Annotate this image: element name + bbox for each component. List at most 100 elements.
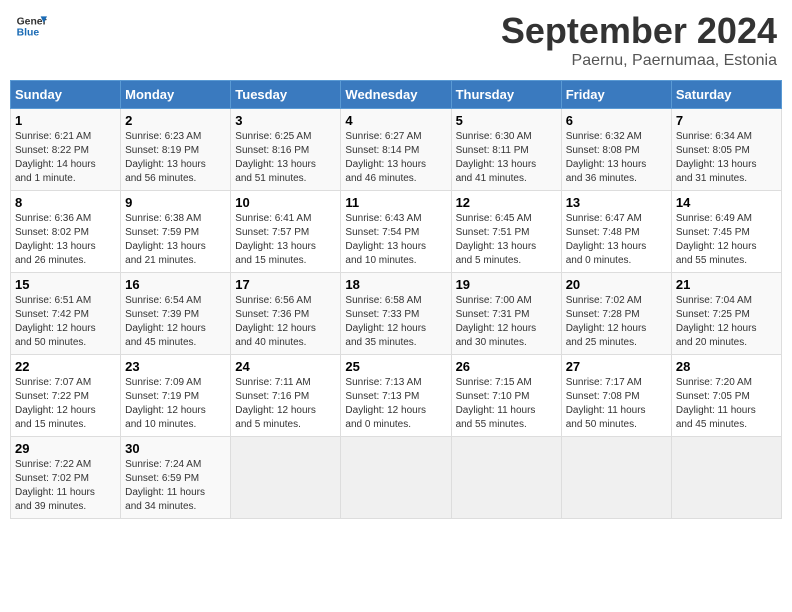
calendar-cell: 2 Sunrise: 6:23 AMSunset: 8:19 PMDaylight…: [121, 109, 231, 191]
calendar-cell: 27 Sunrise: 7:17 AMSunset: 7:08 PMDayligh…: [561, 355, 671, 437]
day-number: 13: [566, 195, 667, 210]
day-number: 30: [125, 441, 226, 456]
day-number: 10: [235, 195, 336, 210]
day-detail: Sunrise: 7:00 AMSunset: 7:31 PMDaylight:…: [456, 294, 557, 350]
calendar-cell: 13 Sunrise: 6:47 AMSunset: 7:48 PMDayligh…: [561, 191, 671, 273]
month-title: September 2024: [501, 10, 777, 52]
day-number: 2: [125, 113, 226, 128]
calendar-cell: 24Sunrise: 7:11 AMSunset: 7:16 PMDayligh…: [231, 355, 341, 437]
day-number: 25: [345, 359, 446, 374]
calendar-cell: 30Sunrise: 7:24 AMSunset: 6:59 PMDayligh…: [121, 437, 231, 519]
day-detail: Sunrise: 6:30 AMSunset: 8:11 PMDaylight:…: [456, 130, 557, 186]
calendar-cell: 1Sunrise: 6:21 AMSunset: 8:22 PMDaylight…: [11, 109, 121, 191]
subtitle: Paernu, Paernumaa, Estonia: [501, 52, 777, 70]
day-detail: Sunrise: 6:38 AMSunset: 7:59 PMDaylight:…: [125, 212, 226, 268]
calendar-cell: 8 Sunrise: 6:36 AMSunset: 8:02 PMDaylight…: [11, 191, 121, 273]
calendar-cell: 23 Sunrise: 7:09 AMSunset: 7:19 PMDayligh…: [121, 355, 231, 437]
day-detail: Sunrise: 6:45 AMSunset: 7:51 PMDaylight:…: [456, 212, 557, 268]
week-row-5: 29 Sunrise: 7:22 AMSunset: 7:02 PMDayligh…: [11, 437, 782, 519]
calendar-cell: 16 Sunrise: 6:54 AMSunset: 7:39 PMDayligh…: [121, 273, 231, 355]
day-detail: Sunrise: 6:32 AMSunset: 8:08 PMDaylight:…: [566, 130, 667, 186]
day-detail: Sunrise: 6:41 AMSunset: 7:57 PMDaylight:…: [235, 212, 336, 268]
day-number: 23: [125, 359, 226, 374]
day-detail: Sunrise: 6:56 AMSunset: 7:36 PMDaylight:…: [235, 294, 336, 350]
day-number: 8: [15, 195, 116, 210]
week-row-4: 22 Sunrise: 7:07 AMSunset: 7:22 PMDayligh…: [11, 355, 782, 437]
weekday-header-thursday: Thursday: [451, 81, 561, 109]
day-detail: Sunrise: 7:09 AMSunset: 7:19 PMDaylight:…: [125, 376, 226, 432]
day-detail: Sunrise: 6:36 AMSunset: 8:02 PMDaylight:…: [15, 212, 116, 268]
day-number: 6: [566, 113, 667, 128]
day-number: 3: [235, 113, 336, 128]
weekday-header-friday: Friday: [561, 81, 671, 109]
day-number: 15: [15, 277, 116, 292]
calendar-cell: 6 Sunrise: 6:32 AMSunset: 8:08 PMDaylight…: [561, 109, 671, 191]
day-number: 27: [566, 359, 667, 374]
day-number: 20: [566, 277, 667, 292]
header: General Blue September 2024 Paernu, Paer…: [10, 10, 782, 70]
calendar-cell: 21 Sunrise: 7:04 AMSunset: 7:25 PMDayligh…: [671, 273, 781, 355]
calendar-cell: 7Sunrise: 6:34 AMSunset: 8:05 PMDaylight…: [671, 109, 781, 191]
day-number: 19: [456, 277, 557, 292]
day-detail: Sunrise: 6:54 AMSunset: 7:39 PMDaylight:…: [125, 294, 226, 350]
calendar-cell: [341, 437, 451, 519]
day-number: 12: [456, 195, 557, 210]
calendar-cell: 17 Sunrise: 6:56 AMSunset: 7:36 PMDayligh…: [231, 273, 341, 355]
day-detail: Sunrise: 6:51 AMSunset: 7:42 PMDaylight:…: [15, 294, 116, 350]
day-detail: Sunrise: 6:25 AMSunset: 8:16 PMDaylight:…: [235, 130, 336, 186]
week-row-2: 8 Sunrise: 6:36 AMSunset: 8:02 PMDaylight…: [11, 191, 782, 273]
day-number: 21: [676, 277, 777, 292]
calendar-cell: 19 Sunrise: 7:00 AMSunset: 7:31 PMDayligh…: [451, 273, 561, 355]
calendar-cell: 18Sunrise: 6:58 AMSunset: 7:33 PMDayligh…: [341, 273, 451, 355]
day-number: 5: [456, 113, 557, 128]
week-row-1: 1Sunrise: 6:21 AMSunset: 8:22 PMDaylight…: [11, 109, 782, 191]
day-detail: Sunrise: 7:17 AMSunset: 7:08 PMDaylight:…: [566, 376, 667, 432]
day-detail: Sunrise: 7:15 AMSunset: 7:10 PMDaylight:…: [456, 376, 557, 432]
weekday-header-monday: Monday: [121, 81, 231, 109]
calendar-cell: [231, 437, 341, 519]
calendar-cell: [451, 437, 561, 519]
calendar-cell: [671, 437, 781, 519]
day-detail: Sunrise: 6:34 AMSunset: 8:05 PMDaylight:…: [676, 130, 777, 186]
logo-icon: General Blue: [15, 10, 47, 42]
day-number: 28: [676, 359, 777, 374]
weekday-header-tuesday: Tuesday: [231, 81, 341, 109]
calendar-cell: 5 Sunrise: 6:30 AMSunset: 8:11 PMDaylight…: [451, 109, 561, 191]
day-number: 16: [125, 277, 226, 292]
calendar-cell: 4 Sunrise: 6:27 AMSunset: 8:14 PMDaylight…: [341, 109, 451, 191]
calendar-cell: 3 Sunrise: 6:25 AMSunset: 8:16 PMDaylight…: [231, 109, 341, 191]
day-number: 1: [15, 113, 116, 128]
day-number: 18: [345, 277, 446, 292]
calendar-cell: [561, 437, 671, 519]
day-number: 29: [15, 441, 116, 456]
title-area: September 2024 Paernu, Paernumaa, Estoni…: [501, 10, 777, 70]
calendar-cell: 22 Sunrise: 7:07 AMSunset: 7:22 PMDayligh…: [11, 355, 121, 437]
day-number: 17: [235, 277, 336, 292]
day-detail: Sunrise: 7:07 AMSunset: 7:22 PMDaylight:…: [15, 376, 116, 432]
day-number: 9: [125, 195, 226, 210]
calendar-cell: 20 Sunrise: 7:02 AMSunset: 7:28 PMDayligh…: [561, 273, 671, 355]
day-detail: Sunrise: 6:23 AMSunset: 8:19 PMDaylight:…: [125, 130, 226, 186]
svg-text:Blue: Blue: [17, 28, 40, 39]
calendar-table: SundayMondayTuesdayWednesdayThursdayFrid…: [10, 80, 782, 519]
day-detail: Sunrise: 7:13 AMSunset: 7:13 PMDaylight:…: [345, 376, 446, 432]
day-detail: Sunrise: 6:49 AMSunset: 7:45 PMDaylight:…: [676, 212, 777, 268]
day-number: 11: [345, 195, 446, 210]
calendar-cell: 28 Sunrise: 7:20 AMSunset: 7:05 PMDayligh…: [671, 355, 781, 437]
day-number: 24: [235, 359, 336, 374]
day-detail: Sunrise: 6:47 AMSunset: 7:48 PMDaylight:…: [566, 212, 667, 268]
day-detail: Sunrise: 7:20 AMSunset: 7:05 PMDaylight:…: [676, 376, 777, 432]
calendar-cell: 29 Sunrise: 7:22 AMSunset: 7:02 PMDayligh…: [11, 437, 121, 519]
weekday-header-wednesday: Wednesday: [341, 81, 451, 109]
calendar-cell: 25 Sunrise: 7:13 AMSunset: 7:13 PMDayligh…: [341, 355, 451, 437]
day-number: 22: [15, 359, 116, 374]
day-number: 4: [345, 113, 446, 128]
weekday-header-saturday: Saturday: [671, 81, 781, 109]
day-detail: Sunrise: 7:02 AMSunset: 7:28 PMDaylight:…: [566, 294, 667, 350]
day-detail: Sunrise: 7:04 AMSunset: 7:25 PMDaylight:…: [676, 294, 777, 350]
day-detail: Sunrise: 6:43 AMSunset: 7:54 PMDaylight:…: [345, 212, 446, 268]
week-row-3: 15 Sunrise: 6:51 AMSunset: 7:42 PMDayligh…: [11, 273, 782, 355]
day-detail: Sunrise: 7:22 AMSunset: 7:02 PMDaylight:…: [15, 458, 116, 514]
day-number: 26: [456, 359, 557, 374]
day-detail: Sunrise: 6:27 AMSunset: 8:14 PMDaylight:…: [345, 130, 446, 186]
